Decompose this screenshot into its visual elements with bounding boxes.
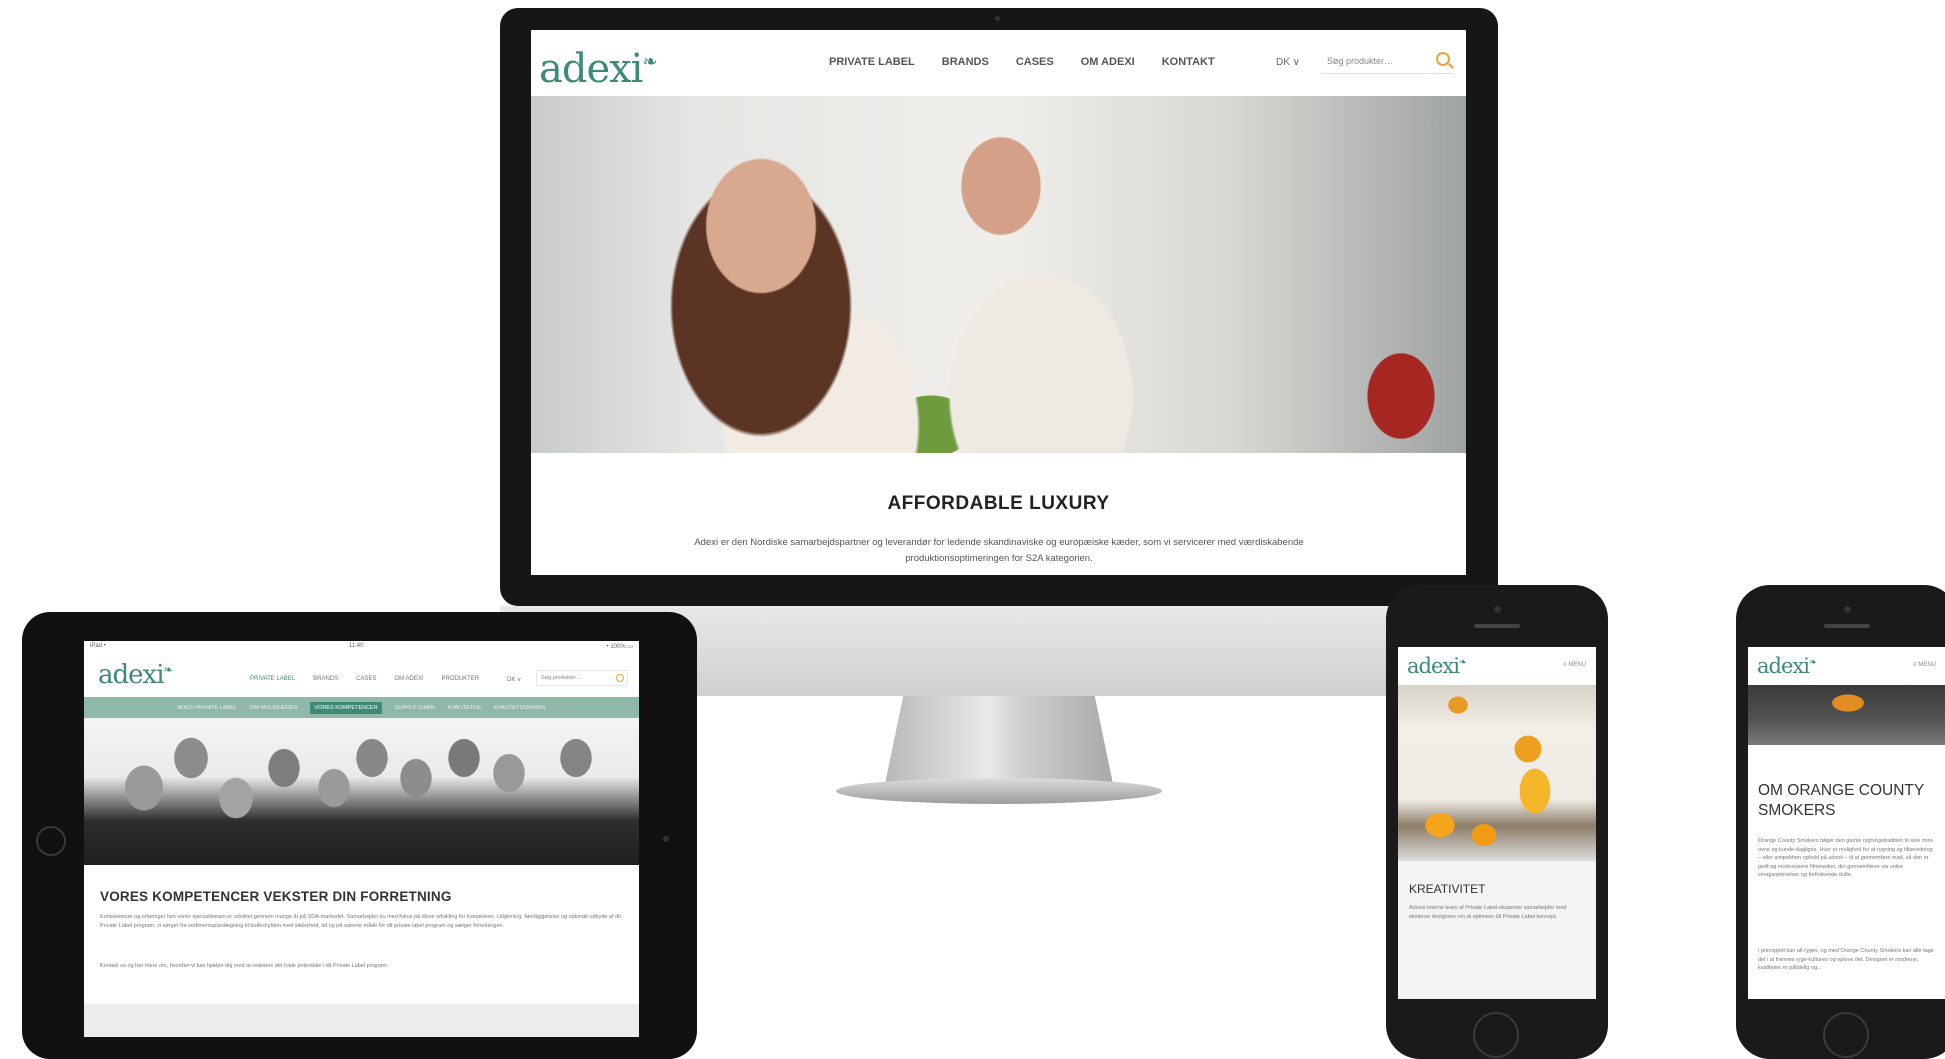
ipad-camera: [663, 836, 669, 842]
phone-speaker: [1824, 624, 1870, 628]
imac-screen: adexi❧ PRIVATE LABEL BRANDS CASES OM ADE…: [531, 30, 1466, 575]
search-icon[interactable]: [1436, 52, 1450, 66]
phone-site-header: adexi❧ ≡ MENU: [1398, 647, 1596, 685]
search-icon[interactable]: [616, 674, 624, 682]
phone-site-header: adexi❧ ≡ MENU: [1748, 647, 1945, 685]
submenu-item-active[interactable]: VORES KOMPETENCER: [310, 701, 382, 714]
menu-item-cases[interactable]: CASES: [1016, 56, 1054, 68]
ipad-headline: VORES KOMPETENCER VEKSTER DIN FORRETNING: [100, 889, 452, 904]
imac-hero-image: [531, 96, 1466, 453]
logo-leaf-icon: ❧: [163, 662, 174, 677]
submenu-item[interactable]: KVALITETEN: [448, 705, 481, 711]
ipad-team-photo: [84, 718, 639, 865]
ipad-screen: iPad • 11:40 • 100% ▭ adexi❧ PRIVATE LAB…: [84, 641, 639, 1037]
status-battery: • 100% ▭: [606, 644, 633, 650]
status-left: iPad •: [90, 643, 106, 649]
ipad-sub-menu: ADEXI PRIVATE LABEL DIN MULIGHEDER VORES…: [84, 697, 639, 718]
phone-camera: [1494, 606, 1501, 613]
logo-text: adexi: [1757, 654, 1810, 678]
imac-stand-base: [836, 778, 1162, 804]
ipad-footer: [84, 1004, 639, 1037]
ipad-body-text: Kompetencer og erfaringer hos vores spec…: [100, 914, 621, 929]
menu-item-private-label[interactable]: PRIVATE LABEL: [829, 56, 915, 68]
imac-stand: [885, 696, 1113, 784]
imac-main-menu: PRIVATE LABEL BRANDS CASES OM ADEXI KONT…: [829, 56, 1215, 68]
status-time: 11:40: [348, 643, 364, 649]
logo-leaf-icon: ❧: [1808, 657, 1817, 668]
search-placeholder: Søg produkter…: [541, 675, 582, 681]
imac-site-header: adexi❧ PRIVATE LABEL BRANDS CASES OM ADE…: [531, 30, 1466, 96]
logo-text: adexi: [98, 660, 165, 690]
phone-body-text: Orange County Smokers følger den gamle r…: [1758, 838, 1934, 878]
imac-search-input[interactable]: Søg produkter…: [1321, 48, 1454, 74]
phone-home-button: [1823, 1012, 1869, 1058]
ipad-main-menu: PRIVATE LABEL BRANDS CASES OM ADEXI PROD…: [250, 676, 479, 682]
menu-item-brands[interactable]: BRANDS: [942, 56, 989, 68]
phone-body-text-2: I princippet kan alt ryges, og med Orang…: [1758, 948, 1934, 971]
ipad-body-text-2: Kontakt os og hør mere om, hvordan vi ka…: [100, 963, 389, 969]
logo-text: adexi: [539, 46, 643, 92]
phone-menu-button[interactable]: ≡ MENU: [1563, 662, 1586, 668]
submenu-item[interactable]: ADEXI PRIVATE LABEL: [177, 705, 236, 711]
phone-hero-image: [1748, 685, 1945, 745]
imac-headline: AFFORDABLE LUXURY: [887, 493, 1110, 514]
menu-item-om-adexi[interactable]: OM ADEXI: [395, 676, 424, 682]
ipad-search-input[interactable]: Søg produkter…: [536, 670, 628, 686]
phone-adexi-logo[interactable]: adexi❧: [1407, 654, 1467, 678]
phone-speaker: [1474, 624, 1520, 628]
menu-item-kontakt[interactable]: KONTAKT: [1162, 56, 1215, 68]
submenu-item[interactable]: KVALITETSSIKRING: [494, 705, 546, 711]
menu-item-om-adexi[interactable]: OM ADEXI: [1081, 56, 1135, 68]
phone-home-button: [1473, 1012, 1519, 1058]
phone-headline: OM ORANGE COUNTY SMOKERS: [1758, 782, 1924, 819]
ipad-language-selector[interactable]: DK ∨: [507, 676, 521, 683]
imac-intro-text: Adexi er den Nordiske samarbejdspartner …: [694, 537, 1304, 564]
menu-item-cases[interactable]: CASES: [356, 676, 376, 682]
submenu-item[interactable]: SUPPLY CHAIN: [395, 705, 435, 711]
phone-camera: [1844, 606, 1851, 613]
phone-hero-image: [1398, 685, 1596, 861]
submenu-item[interactable]: DIN MULIGHEDER: [250, 705, 298, 711]
logo-leaf-icon: ❧: [642, 51, 658, 73]
phone-body-text: Adexis interne team af Private Label-eks…: [1409, 905, 1567, 920]
phone-menu-button[interactable]: ≡ MENU: [1913, 662, 1936, 668]
ipad-site-header: adexi❧ PRIVATE LABEL BRANDS CASES OM ADE…: [84, 653, 639, 697]
imac-language-selector[interactable]: DK ∨: [1276, 57, 1300, 68]
menu-item-produkter[interactable]: PRODUKTER: [442, 676, 480, 682]
phone-screen: adexi❧ ≡ MENU OM ORANGE COUNTY SMOKERS O…: [1748, 647, 1945, 999]
ipad-status-bar: iPad • 11:40 • 100% ▭: [84, 641, 639, 653]
phone-screen: adexi❧ ≡ MENU KREATIVITET Adexis interne…: [1398, 647, 1596, 999]
logo-text: adexi: [1407, 654, 1460, 678]
search-placeholder: Søg produkter…: [1327, 55, 1394, 66]
ipad-adexi-logo[interactable]: adexi❧: [98, 660, 173, 690]
logo-leaf-icon: ❧: [1458, 657, 1467, 668]
menu-item-private-label[interactable]: PRIVATE LABEL: [250, 676, 295, 682]
imac-camera: [995, 16, 1000, 21]
imac-adexi-logo[interactable]: adexi❧: [539, 46, 658, 92]
phone-adexi-logo[interactable]: adexi❧: [1757, 654, 1817, 678]
phone-headline: KREATIVITET: [1409, 882, 1486, 896]
ipad-home-button: [36, 826, 66, 856]
menu-item-brands[interactable]: BRANDS: [313, 676, 338, 682]
